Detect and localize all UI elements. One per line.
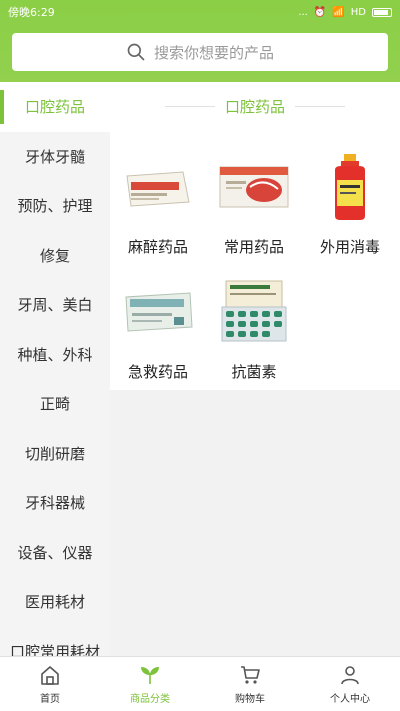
product-anesthetic[interactable]: 麻醉药品 — [110, 152, 206, 257]
product-first-aid[interactable]: 急救药品 — [110, 277, 206, 382]
sidebar-item-periodontal-whitening[interactable]: 牙周、美白 — [0, 280, 110, 330]
sidebar-item-medical-consumables[interactable]: 医用耗材 — [0, 577, 110, 627]
sidebar-item-equipment[interactable]: 设备、仪器 — [0, 528, 110, 578]
status-time: 傍晚6:29 — [8, 6, 55, 19]
sidebar-item-oral-medicine[interactable]: 口腔药品 — [0, 82, 110, 132]
hd-label: HD — [350, 6, 366, 18]
tab-home[interactable]: 首页 — [0, 657, 100, 711]
sidebar-item-restoration[interactable]: 修复 — [0, 231, 110, 281]
first-aid-box-image — [118, 277, 198, 347]
sidebar-item-endodontics[interactable]: 牙体牙髓 — [0, 132, 110, 182]
sidebar-item-implant-surgery[interactable]: 种植、外科 — [0, 330, 110, 380]
section-title: 口腔药品 — [110, 96, 400, 117]
header: 傍晚6:29 ... ⏰ 📶 HD 搜索你想要的产品 — [0, 0, 400, 82]
product-label: 麻醉药品 — [127, 238, 188, 256]
bottom-nav: 首页 商品分类 购物车 个人中心 — [0, 656, 400, 711]
tab-cart[interactable]: 购物车 — [200, 657, 300, 711]
wifi-icon: 📶 — [332, 6, 345, 18]
status-bar: 傍晚6:29 ... ⏰ 📶 HD — [0, 0, 400, 24]
common-medicine-box-image — [214, 152, 294, 222]
category-leaf-icon — [141, 667, 159, 684]
sidebar-item-oral-consumables[interactable]: 口腔常用耗材 — [0, 627, 110, 656]
sidebar-item-cutting-grinding[interactable]: 切削研磨 — [0, 429, 110, 479]
category-content: 口腔药品 麻醉药品 常用药品 外用消毒 急救药品 抗菌素 — [110, 82, 400, 656]
tab-label: 商品分类 — [130, 694, 170, 705]
product-panel: 口腔药品 麻醉药品 常用药品 外用消毒 急救药品 抗菌素 — [110, 82, 400, 390]
search-placeholder: 搜索你想要的产品 — [153, 43, 274, 62]
divider-right — [295, 106, 345, 107]
product-label: 抗菌素 — [231, 363, 277, 381]
user-icon — [341, 666, 359, 685]
status-icons: ... ⏰ 📶 HD — [298, 7, 392, 18]
alarm-icon: ⏰ — [313, 6, 327, 18]
battery-icon — [372, 7, 392, 17]
antibiotic-blister-image — [214, 277, 294, 347]
sidebar-item-orthodontics[interactable]: 正畸 — [0, 379, 110, 429]
tab-profile[interactable]: 个人中心 — [300, 657, 400, 711]
sidebar-item-dental-instruments[interactable]: 牙科器械 — [0, 478, 110, 528]
cart-icon — [241, 666, 260, 684]
home-icon — [41, 666, 59, 685]
product-common-medicine[interactable]: 常用药品 — [206, 152, 302, 257]
tab-label: 购物车 — [235, 694, 265, 705]
product-label: 外用消毒 — [319, 238, 380, 256]
category-sidebar: 口腔药品 牙体牙髓 预防、护理 修复 牙周、美白 种植、外科 正畸 切削研磨 牙… — [0, 82, 110, 656]
section-title-text: 口腔药品 — [224, 98, 285, 116]
divider-left — [164, 106, 215, 107]
anesthetic-box-image — [118, 152, 198, 222]
search-icon — [127, 43, 145, 61]
tab-label: 首页 — [40, 694, 60, 705]
product-label: 常用药品 — [223, 238, 284, 256]
product-label: 急救药品 — [127, 363, 188, 381]
sidebar-item-prevention-care[interactable]: 预防、护理 — [0, 181, 110, 231]
product-antibiotic[interactable]: 抗菌素 — [206, 277, 302, 382]
disinfectant-bottle-image — [310, 152, 390, 222]
product-disinfectant[interactable]: 外用消毒 — [302, 152, 398, 257]
tab-label: 个人中心 — [330, 694, 370, 705]
search-input[interactable]: 搜索你想要的产品 — [12, 33, 388, 71]
product-grid: 麻醉药品 常用药品 外用消毒 急救药品 抗菌素 — [110, 152, 400, 382]
status-dots: ... — [298, 6, 308, 18]
tab-category[interactable]: 商品分类 — [100, 657, 200, 711]
